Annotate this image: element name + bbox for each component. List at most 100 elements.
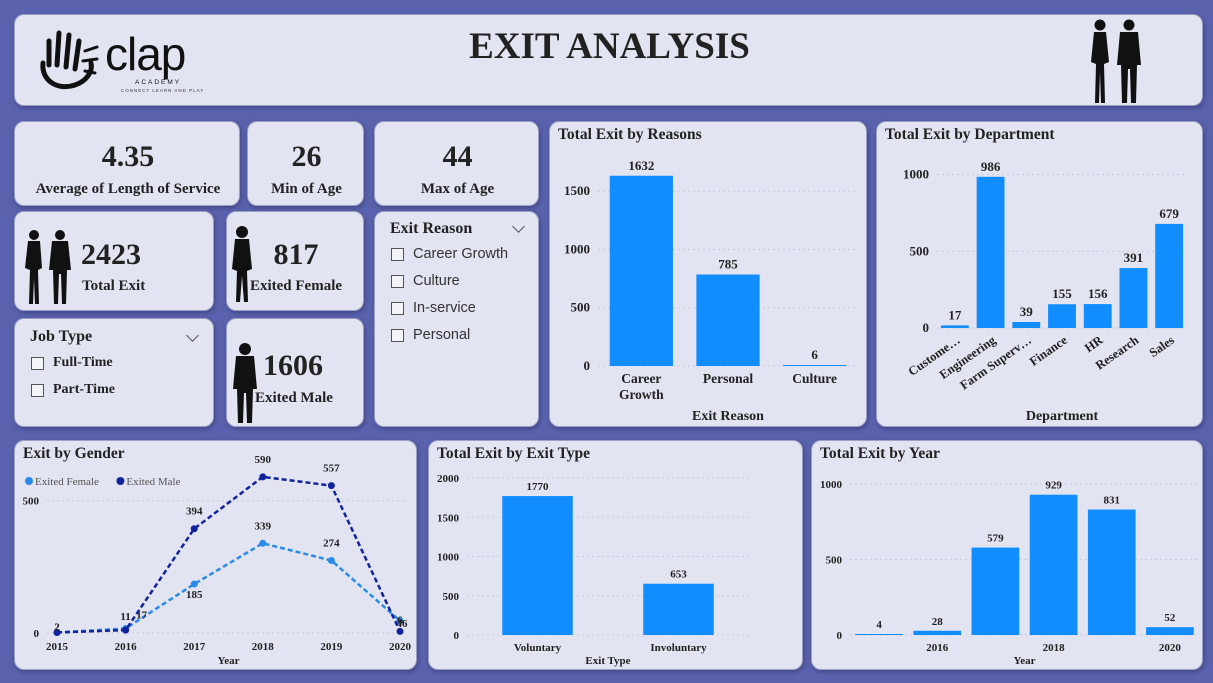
y-tick-label: 500 [910, 243, 930, 258]
option-label: In-service [413, 300, 476, 316]
bar [783, 365, 847, 366]
checkbox[interactable] [31, 383, 44, 397]
data-label: 274 [323, 537, 340, 549]
y-tick-label: 1000 [564, 241, 590, 256]
y-tick-label: 500 [571, 300, 591, 315]
checkbox[interactable] [31, 356, 44, 370]
y-tick-label: 0 [923, 320, 930, 335]
data-label: 28 [932, 616, 944, 628]
x-tick-label: Voluntary [514, 642, 562, 654]
x-tick-label: 2019 [320, 641, 343, 653]
legend-label: Exited Female [35, 476, 99, 488]
data-label: 785 [718, 256, 738, 271]
x-axis-title: Exit Reason [692, 409, 764, 424]
y-tick-label: 1000 [820, 479, 843, 491]
x-tick-label: 2020 [1159, 642, 1182, 654]
data-label: 156 [1088, 286, 1108, 301]
page-title: EXIT ANALYSIS [469, 26, 750, 67]
chart-exit-by-year: Total Exit by Year 0 500 1000 4 28 2016 579 929… [811, 440, 1203, 670]
data-point [327, 482, 335, 490]
exit-reason-option-culture[interactable]: Culture [391, 273, 460, 289]
x-tick-label: Growth [619, 387, 664, 402]
bar [1119, 268, 1148, 328]
data-label: 1770 [527, 481, 550, 493]
x-tick-label: 2018 [1043, 642, 1066, 654]
legend-marker [25, 477, 33, 485]
bar [1087, 509, 1136, 635]
logo-tagline: CONNECT LEARN AND PLAY [121, 88, 205, 93]
data-point [259, 539, 267, 547]
kpi-exited-female-label: Exited Female [249, 278, 343, 294]
exit-reason-option-personal[interactable]: Personal [391, 327, 470, 343]
kpi-min-age-value: 26 [291, 140, 322, 173]
x-axis-title: Exit Type [585, 655, 630, 667]
data-label: 929 [1045, 480, 1062, 492]
x-axis-title: Year [218, 655, 240, 667]
x-tick-label: HR [1082, 332, 1106, 355]
data-label: 579 [987, 533, 1004, 545]
data-label: 394 [186, 506, 203, 518]
job-type-option-full-time[interactable]: Full-Time [31, 355, 113, 371]
data-point [122, 626, 130, 634]
x-tick-label: Involuntary [650, 642, 707, 654]
reasons-chart-svg: 0 500 1000 1500 1632 CareerGrowth 785 Personal 6… [564, 158, 858, 424]
year-chart-svg: 0 500 1000 4 28 2016 579 929 2018 831 52 2020 Year [820, 479, 1199, 667]
exit-reason-slicer: Exit Reason Career Growth Culture In-ser… [374, 211, 539, 427]
y-tick-label: 500 [443, 591, 460, 603]
chart-exit-by-gender: Exit by Gender 0 500 2015 2016 2017 2018 2019 2… [14, 440, 417, 670]
job-type-option-part-time[interactable]: Part-Time [31, 382, 115, 398]
chevron-down-icon[interactable] [512, 220, 525, 233]
male-female-silhouette-icon [25, 230, 71, 304]
x-tick-label: 2017 [183, 641, 206, 653]
checkbox[interactable] [391, 274, 404, 288]
option-label: Personal [413, 327, 471, 343]
kpi-avg-service-card: 4.35 Average of Length of Service [14, 121, 240, 206]
data-label: 52 [1164, 612, 1176, 624]
x-tick-label: Career [621, 371, 661, 386]
data-label: 6 [397, 614, 403, 626]
exit-reason-option-in-service[interactable]: In-service [391, 300, 476, 316]
chevron-down-icon[interactable] [186, 329, 199, 342]
bar [502, 496, 573, 635]
y-tick-label: 1500 [564, 183, 590, 198]
bar [696, 274, 760, 366]
bar [609, 175, 673, 366]
checkbox[interactable] [391, 328, 404, 342]
data-label: 986 [981, 159, 1001, 174]
kpi-min-age-card: 26 Min of Age [247, 121, 364, 206]
data-label: 155 [1052, 286, 1072, 301]
kpi-exited-male-card: 1606 Exited Male [226, 318, 364, 427]
x-axis-title: Department [1026, 409, 1099, 424]
kpi-total-exit-label: Total Exit [82, 278, 146, 294]
y-tick-label: 1500 [437, 512, 460, 524]
kpi-max-age-label: Max of Age [420, 181, 495, 197]
exit-type-chart-svg: 0 500 1000 1500 2000 1770 Voluntary 653 Involunt… [437, 473, 749, 667]
job-type-slicer: Job Type Full-Time Part-Time [14, 318, 214, 427]
legend-label: Exited Male [126, 476, 180, 488]
y-tick-label: 500 [23, 496, 40, 508]
option-label: Full-Time [53, 355, 113, 370]
option-label: Part-Time [53, 382, 115, 397]
kpi-exited-female-card: 817 Exited Female [226, 211, 364, 311]
x-tick-label: 2016 [115, 641, 138, 653]
chart-exit-by-reasons: Total Exit by Reasons 0 500 1000 1500 1632 Ca… [549, 121, 867, 427]
data-label: 6 [811, 347, 818, 362]
data-label: 653 [670, 569, 687, 581]
bar [1155, 223, 1184, 328]
option-label: Career Growth [413, 246, 509, 262]
data-label: 2 [54, 621, 60, 633]
checkbox[interactable] [391, 301, 404, 315]
bar [1012, 322, 1041, 328]
data-point [327, 556, 335, 564]
checkbox[interactable] [391, 247, 404, 261]
data-label: 557 [323, 463, 340, 475]
kpi-avg-service-value: 4.35 [101, 140, 155, 173]
x-tick-label: 2018 [252, 641, 275, 653]
kpi-min-age-label: Min of Age [271, 181, 342, 197]
y-tick-label: 0 [454, 630, 460, 642]
y-tick-label: 0 [584, 358, 591, 373]
y-tick-label: 1000 [903, 167, 929, 182]
data-label: 4 [876, 619, 882, 631]
exit-reason-option-career-growth[interactable]: Career Growth [391, 246, 508, 262]
chart-exit-by-department: Total Exit by Department 0 500 1000 17 Custo… [876, 121, 1203, 427]
